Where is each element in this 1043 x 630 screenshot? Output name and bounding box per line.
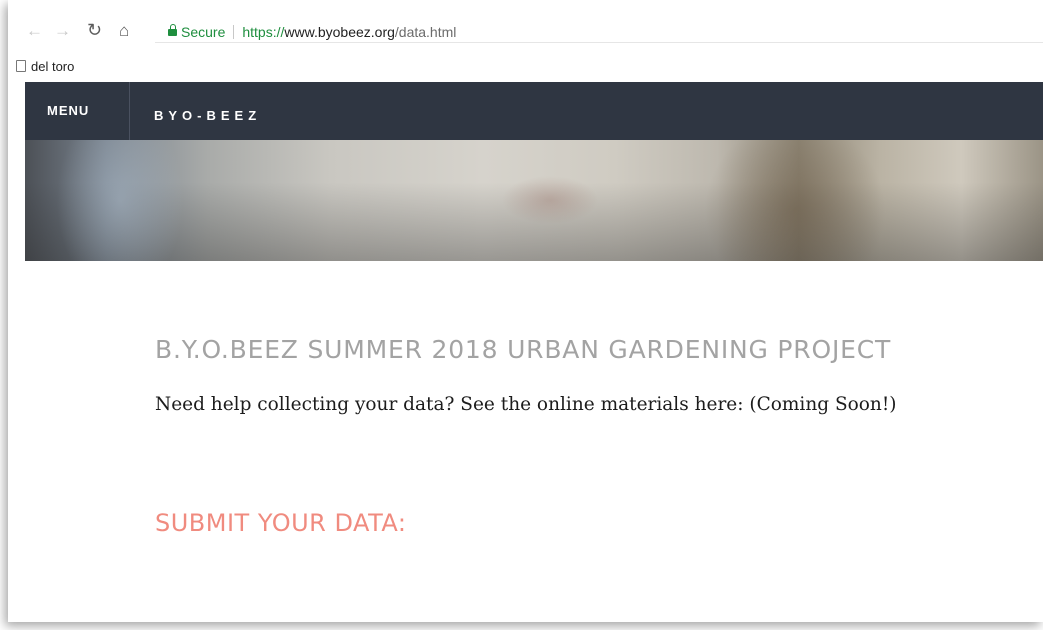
hero-banner-image bbox=[25, 140, 1043, 261]
menu-button[interactable]: MENU bbox=[25, 82, 130, 140]
address-bar[interactable]: Secure https://www.byobeez.org/data.html bbox=[155, 22, 1043, 43]
page-icon bbox=[16, 60, 26, 72]
bookmarks-bar: del toro bbox=[8, 52, 1043, 82]
help-text: Need help collecting your data? See the … bbox=[155, 394, 897, 415]
reload-icon[interactable]: ↻ bbox=[87, 21, 102, 39]
page-title: B.Y.O.BEEZ SUMMER 2018 URBAN GARDENING P… bbox=[155, 335, 892, 364]
site-brand[interactable]: BYO-BEEZ bbox=[154, 108, 261, 123]
bookmark-item[interactable]: del toro bbox=[16, 59, 74, 74]
home-icon[interactable]: ⌂ bbox=[119, 22, 129, 39]
url-path: /data.html bbox=[394, 24, 457, 40]
lock-icon bbox=[168, 24, 177, 36]
site-navbar: MENU BYO-BEEZ bbox=[25, 82, 1043, 140]
submit-data-heading: SUBMIT YOUR DATA: bbox=[155, 509, 407, 537]
forward-arrow-icon[interactable]: → bbox=[54, 22, 71, 39]
url-host: www.byobeez.org bbox=[284, 24, 395, 40]
address-divider bbox=[233, 25, 235, 39]
url-scheme: https:// bbox=[242, 24, 285, 40]
back-arrow-icon[interactable]: ← bbox=[26, 22, 43, 39]
bookmark-label: del toro bbox=[31, 59, 75, 74]
secure-label: Secure bbox=[181, 24, 226, 40]
browser-window: ← → ↻ ⌂ Secure https://www.byobeez.org/da… bbox=[8, 0, 1043, 622]
browser-toolbar: ← → ↻ ⌂ Secure https://www.byobeez.org/da… bbox=[8, 0, 1043, 53]
